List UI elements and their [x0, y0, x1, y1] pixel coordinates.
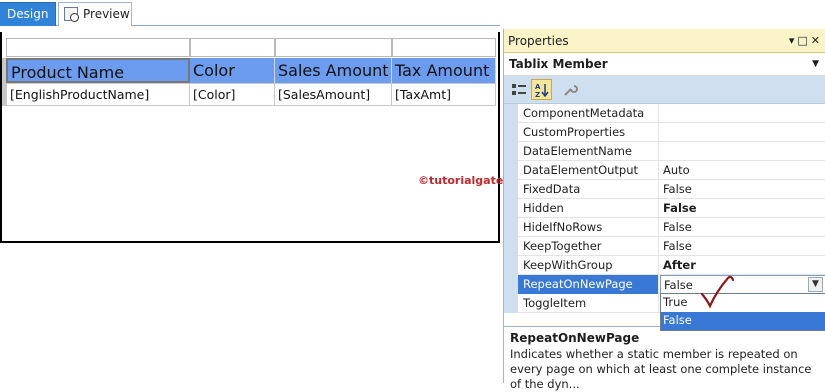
column-handle-4[interactable] — [392, 38, 496, 57]
close-icon[interactable]: ✕ — [811, 34, 823, 47]
design-icon: ▸ — [0, 8, 2, 20]
property-name: Hidden — [518, 199, 659, 218]
property-row-keepwithgroup[interactable]: KeepWithGroup After — [504, 256, 825, 275]
chevron-down-icon[interactable]: ▼ — [808, 277, 823, 292]
property-name: KeepTogether — [518, 237, 659, 256]
property-value[interactable] — [660, 142, 825, 161]
svg-text:A: A — [535, 83, 541, 91]
property-pages-button[interactable] — [559, 79, 580, 100]
property-name: CustomProperties — [518, 123, 659, 142]
header-cell-product-name[interactable]: Product Name — [6, 58, 190, 83]
tab-design[interactable]: ▸ Design — [0, 2, 56, 26]
checkmark-annotation-icon — [700, 275, 735, 309]
property-name: KeepWithGroup — [518, 256, 659, 275]
categorized-button[interactable] — [508, 79, 529, 100]
tab-preview[interactable]: Preview — [58, 2, 132, 26]
property-name: HideIfNoRows — [518, 218, 659, 237]
sort-alphabetical-icon: A Z — [535, 83, 549, 98]
alphabetical-button[interactable]: A Z — [531, 79, 552, 100]
detail-cell-product-name[interactable]: [EnglishProductName] — [6, 83, 190, 106]
properties-toolbar: A Z — [504, 76, 825, 104]
description-title: RepeatOnNewPage — [510, 331, 640, 345]
header-cell-tax-amount[interactable]: Tax Amount — [392, 58, 496, 83]
property-value: False — [664, 278, 693, 292]
property-name: DataElementName — [518, 142, 659, 161]
property-name: RepeatOnNewPage — [518, 275, 659, 294]
dropdown-option-false[interactable]: False — [661, 312, 825, 330]
property-row-componentmetadata[interactable]: ComponentMetadata — [504, 104, 825, 123]
tab-preview-label: Preview — [83, 7, 130, 21]
detail-cell-color[interactable]: [Color] — [190, 83, 275, 106]
property-grid: ComponentMetadata CustomProperties DataE… — [504, 104, 825, 331]
column-handles — [6, 38, 496, 57]
property-value[interactable] — [660, 123, 825, 142]
header-cell-color[interactable]: Color — [190, 58, 275, 83]
wrench-icon — [564, 85, 578, 96]
maximize-icon[interactable]: □ — [797, 34, 810, 47]
report-body[interactable]: Product Name Color Sales Amount Tax Amou… — [0, 32, 500, 243]
property-row-keeptogether[interactable]: KeepTogether False — [504, 237, 825, 256]
object-selector-value: Tablix Member — [509, 57, 608, 71]
property-value[interactable] — [660, 104, 825, 123]
property-row-hidden[interactable]: Hidden False — [504, 199, 825, 218]
detail-cell-sales-amount[interactable]: [SalesAmount] — [275, 83, 392, 106]
property-value[interactable]: False — [660, 180, 825, 199]
property-row-dataelementname[interactable]: DataElementName — [504, 142, 825, 161]
properties-title: Properties — [508, 34, 569, 48]
property-name: ToggleItem — [518, 294, 659, 313]
chevron-down-icon[interactable]: ▼ — [812, 53, 819, 76]
property-value[interactable]: After — [660, 256, 825, 275]
property-row-customproperties[interactable]: CustomProperties — [504, 123, 825, 142]
description-text: Indicates whether a static member is rep… — [510, 347, 812, 391]
properties-title-bar: Properties ▾□✕ — [504, 29, 825, 53]
property-name: ComponentMetadata — [518, 104, 659, 123]
property-row-repeatonnewpage[interactable]: RepeatOnNewPage False ▼ — [504, 275, 825, 294]
property-row-dataelementoutput[interactable]: DataElementOutput Auto — [504, 161, 825, 180]
detail-cell-tax-amount[interactable]: [TaxAmt] — [392, 83, 496, 106]
property-row-hideifnorows[interactable]: HideIfNoRows False — [504, 218, 825, 237]
designer-tab-strip: ▸ Design Preview — [0, 0, 500, 26]
property-value[interactable]: Auto — [660, 161, 825, 180]
column-handle-3[interactable] — [275, 38, 392, 57]
property-name: DataElementOutput — [518, 161, 659, 180]
property-value-select[interactable]: False ▼ — [660, 275, 825, 294]
property-row-fixeddata[interactable]: FixedData False — [504, 180, 825, 199]
property-value[interactable]: False — [660, 218, 825, 237]
object-selector[interactable]: Tablix Member ▼ — [504, 53, 825, 76]
preview-icon — [64, 7, 79, 22]
window-controls: ▾□✕ — [789, 29, 823, 53]
header-cell-sales-amount[interactable]: Sales Amount — [275, 58, 392, 83]
tab-design-label: Design — [7, 7, 49, 21]
properties-panel: Properties ▾□✕ Tablix Member ▼ A Z Compo… — [503, 29, 825, 391]
property-description-pane: RepeatOnNewPage Indicates whether a stat… — [504, 326, 825, 391]
svg-text:Z: Z — [535, 91, 540, 98]
property-value[interactable]: False — [660, 237, 825, 256]
value-dropdown-list: True False — [660, 293, 825, 331]
dropdown-option-true[interactable]: True — [661, 294, 825, 312]
property-name: FixedData — [518, 180, 659, 199]
design-surface[interactable]: Product Name Color Sales Amount Tax Amou… — [0, 27, 503, 383]
property-value[interactable]: False — [660, 199, 825, 218]
column-handle-2[interactable] — [190, 38, 275, 57]
categorized-icon — [512, 84, 526, 95]
column-handle-1[interactable] — [6, 38, 190, 57]
